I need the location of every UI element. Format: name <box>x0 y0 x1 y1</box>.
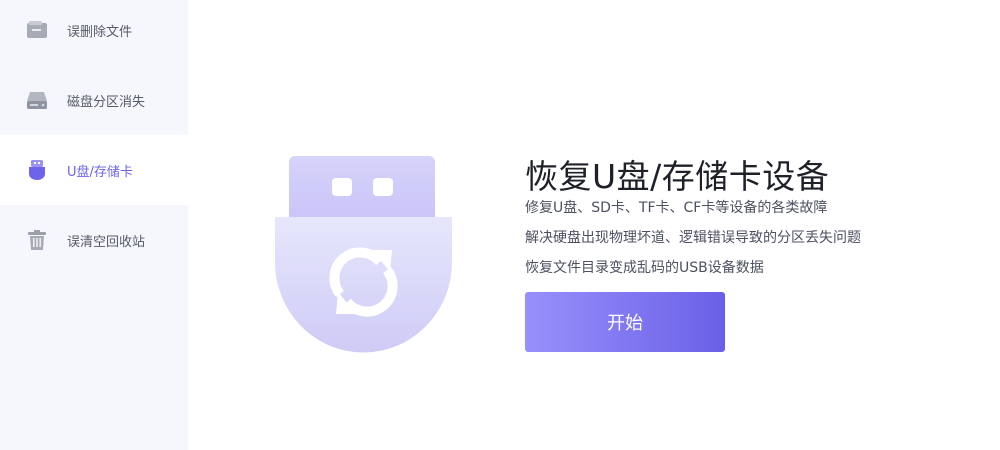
start-button[interactable]: 开始 <box>525 292 725 352</box>
usb-drive-icon <box>29 160 45 180</box>
sidebar-item-label: 磁盘分区消失 <box>67 94 146 110</box>
sidebar-item-deleted-files[interactable]: 误删除文件 <box>0 0 188 65</box>
description-line: 解决硬盘出现物理坏道、逻辑错误导致的分区丢失问题 <box>525 230 861 246</box>
hard-drive-icon <box>27 92 47 109</box>
sidebar: 误删除文件 磁盘分区消失 U盘/存储卡 误清空回收站 <box>0 0 188 450</box>
sidebar-item-disk-partition[interactable]: 磁盘分区消失 <box>0 65 188 135</box>
sidebar-item-label: U盘/存储卡 <box>67 164 133 180</box>
usb-refresh-icon <box>275 156 452 353</box>
sidebar-item-usb-card[interactable]: U盘/存储卡 <box>0 135 188 205</box>
sidebar-item-label: 误清空回收站 <box>67 234 146 250</box>
description-line: 恢复文件目录变成乱码的USB设备数据 <box>525 260 764 276</box>
description-line: 修复U盘、SD卡、TF卡、CF卡等设备的各类故障 <box>525 200 828 216</box>
folder-icon <box>27 21 47 38</box>
sidebar-item-recycle-bin[interactable]: 误清空回收站 <box>0 205 188 275</box>
page-title: 恢复U盘/存储卡设备 <box>525 157 830 196</box>
sidebar-item-label: 误删除文件 <box>67 24 133 40</box>
trash-icon <box>28 230 46 250</box>
